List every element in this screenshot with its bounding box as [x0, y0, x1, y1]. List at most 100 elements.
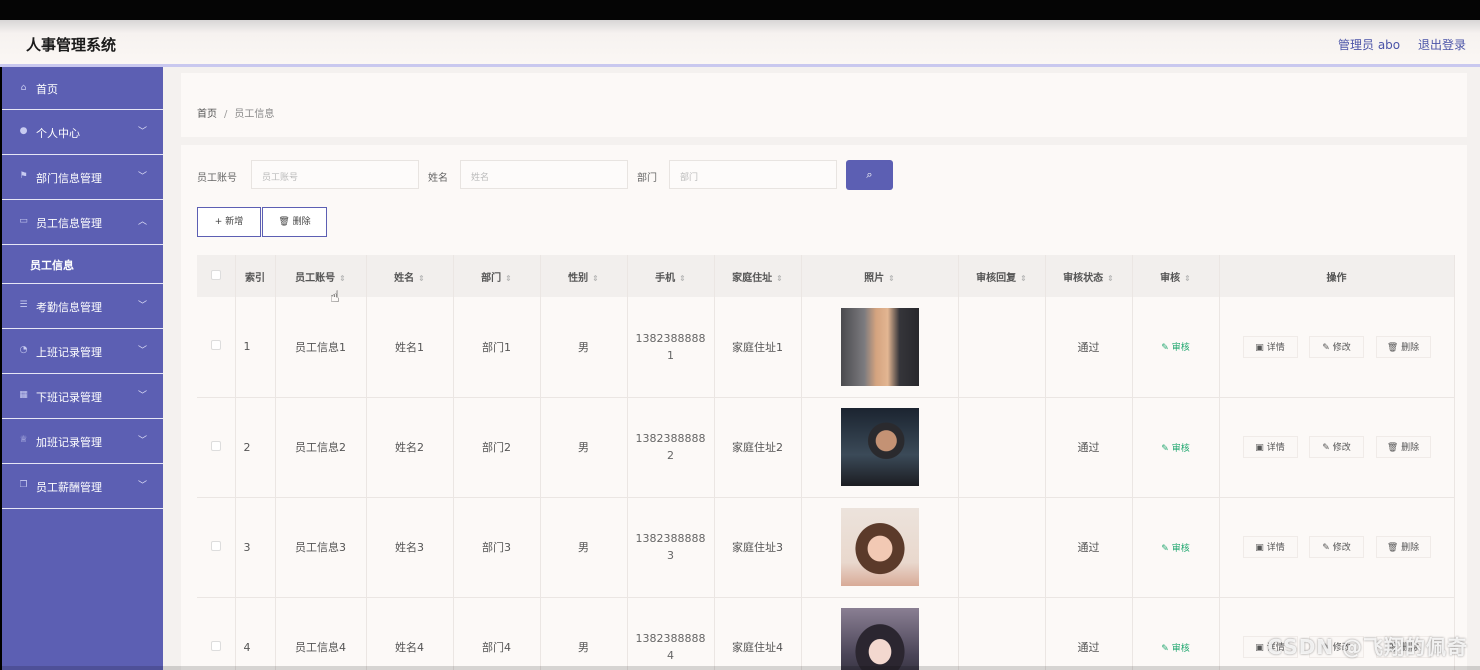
- audit-label: 审核: [1171, 643, 1190, 654]
- address-cell: 家庭住址3: [714, 497, 802, 597]
- logout-link[interactable]: 退出登录: [1418, 38, 1466, 52]
- search-button[interactable]: ⌕: [846, 160, 893, 190]
- header-account[interactable]: 员工账号 ⇕: [275, 255, 367, 297]
- edit-label: 修改: [1332, 543, 1351, 553]
- detail-button[interactable]: ▣ 详情: [1242, 335, 1298, 358]
- sidebar-subitem-label: 员工信息: [30, 259, 74, 272]
- sidebar: ⌂ 首页 ● 个人中心 ﹀ ⚑ 部门信息管理 ﹀ ▭ 员工信息管理 ︿ 员工信息…: [2, 67, 163, 670]
- address-cell: 家庭住址2: [714, 397, 802, 497]
- add-button[interactable]: + 新增: [197, 207, 261, 237]
- dept-cell: 部门2: [453, 397, 541, 497]
- select-all-checkbox-cell: [197, 255, 236, 297]
- detail-icon: ▣: [1255, 342, 1264, 353]
- audit-link[interactable]: ✎ 审核: [1161, 644, 1189, 654]
- gender-cell: 男: [540, 597, 628, 670]
- row-checkbox[interactable]: [210, 440, 221, 451]
- employee-photo[interactable]: [840, 508, 919, 586]
- bottom-edge: [0, 666, 1480, 670]
- breadcrumb-card: 首页 / 员工信息: [181, 73, 1467, 137]
- row-checkbox[interactable]: [210, 540, 221, 551]
- operations-cell: ▣ 详情 ✎ 修改 🗑 删除: [1219, 297, 1455, 397]
- row-checkbox[interactable]: [210, 340, 221, 351]
- name-search-input[interactable]: 姓名: [460, 160, 628, 189]
- sidebar-item-clock-in[interactable]: ◔ 上班记录管理 ﹀: [2, 329, 163, 374]
- header-gender[interactable]: 性别 ⇕: [540, 255, 628, 297]
- chevron-down-icon: ﹀: [137, 346, 147, 356]
- gender-cell: 男: [540, 397, 628, 497]
- dept-search-input[interactable]: 部门: [669, 160, 837, 189]
- employee-photo[interactable]: [840, 608, 919, 670]
- edit-button[interactable]: ✎ 修改: [1309, 335, 1364, 358]
- edit-button[interactable]: ✎ 修改: [1309, 536, 1364, 558]
- sidebar-item-department[interactable]: ⚑ 部门信息管理 ﹀: [2, 155, 163, 200]
- header-reply[interactable]: 审核回复 ⇕: [958, 255, 1046, 297]
- phone-cell: 1382388888 1: [627, 297, 715, 397]
- sidebar-item-employee[interactable]: ▭ 员工信息管理 ︿: [2, 200, 163, 245]
- phone-line-1: 1382388888: [635, 331, 706, 345]
- phone-line-2: 4: [667, 649, 674, 662]
- header-phone[interactable]: 手机 ⇕: [627, 255, 715, 297]
- reply-cell: [958, 597, 1046, 670]
- edit-icon: ✎: [1322, 443, 1330, 453]
- sidebar-item-home[interactable]: ⌂ 首页: [2, 67, 163, 110]
- audit-link[interactable]: ✎ 审核: [1161, 343, 1189, 353]
- detail-icon: ▣: [1255, 543, 1264, 553]
- search-icon: ⌕: [866, 168, 873, 181]
- account-search-input[interactable]: 员工账号: [251, 160, 419, 189]
- chevron-down-icon: ﹀: [137, 172, 147, 182]
- header-name[interactable]: 姓名 ⇕: [366, 255, 454, 297]
- header-label: 手机: [655, 272, 676, 284]
- phone-line-2: 3: [667, 549, 674, 562]
- sort-icon: ⇕: [505, 273, 512, 283]
- sidebar-item-attendance[interactable]: ☰ 考勤信息管理 ﹀: [2, 284, 163, 329]
- operations-cell: ▣ 详情 ✎ 修改 🗑 删除: [1219, 397, 1455, 497]
- account-cell: 员工信息4: [275, 597, 367, 670]
- row-checkbox[interactable]: [210, 640, 221, 651]
- detail-button[interactable]: ▣ 详情: [1242, 436, 1298, 458]
- header-user-area: 管理员 abo 退出登录: [1324, 36, 1466, 53]
- header-status[interactable]: 审核状态 ⇕: [1045, 255, 1133, 297]
- sidebar-subitem-employee-info[interactable]: 员工信息: [2, 245, 163, 284]
- delete-button[interactable]: 🗑 删除: [1375, 436, 1431, 458]
- operations-cell: ▣ 详情 ✎ 修改 🗑 删除: [1219, 497, 1455, 597]
- sidebar-item-label: 员工信息管理: [36, 217, 102, 230]
- delete-button[interactable]: 🗑 删除: [1375, 335, 1431, 358]
- phone-cell: 1382388888 3: [627, 497, 715, 597]
- employee-photo[interactable]: [840, 307, 919, 386]
- current-user: 管理员 abo: [1338, 38, 1401, 52]
- delete-label: 删除: [1401, 342, 1420, 353]
- sort-icon: ⇕: [888, 273, 895, 283]
- sidebar-item-overtime[interactable]: ♕ 加班记录管理 ﹀: [2, 419, 163, 464]
- name-cell: 姓名3: [366, 497, 454, 597]
- user-icon: ●: [19, 126, 28, 136]
- delete-button[interactable]: 🗑 删除: [1375, 536, 1431, 558]
- header-label: 家庭住址: [732, 272, 773, 284]
- header-address[interactable]: 家庭住址 ⇕: [714, 255, 802, 297]
- audit-link[interactable]: ✎ 审核: [1161, 544, 1189, 554]
- header-operations: 操作: [1219, 255, 1455, 297]
- edit-button[interactable]: ✎ 修改: [1309, 436, 1364, 458]
- trash-icon: 🗑: [1386, 443, 1399, 453]
- phone-line-1: 1382388888: [635, 432, 706, 445]
- trash-icon: 🗑: [1386, 543, 1399, 553]
- header-photo[interactable]: 照片 ⇕: [801, 255, 959, 297]
- breadcrumb-home[interactable]: 首页: [197, 109, 217, 120]
- select-all-checkbox[interactable]: [210, 269, 221, 280]
- list-icon: ☰: [19, 300, 28, 310]
- audit-link[interactable]: ✎ 审核: [1161, 444, 1189, 454]
- sidebar-item-label: 首页: [36, 83, 58, 96]
- header-audit[interactable]: 审核 ⇕: [1132, 255, 1220, 297]
- header-dept[interactable]: 部门 ⇕: [453, 255, 541, 297]
- sidebar-item-personal-center[interactable]: ● 个人中心 ﹀: [2, 110, 163, 155]
- sidebar-item-salary[interactable]: ❐ 员工薪酬管理 ﹀: [2, 464, 163, 509]
- chevron-down-icon: ﹀: [137, 127, 147, 137]
- detail-button[interactable]: ▣ 详情: [1242, 536, 1298, 558]
- employee-photo[interactable]: [840, 408, 919, 486]
- audit-cell: ✎ 审核: [1132, 497, 1220, 597]
- sort-icon: ⇕: [1107, 273, 1114, 283]
- bulk-delete-button[interactable]: 🗑 删除: [262, 207, 327, 237]
- account-cell: 员工信息2: [275, 397, 367, 497]
- sidebar-item-clock-out[interactable]: ▦ 下班记录管理 ﹀: [2, 374, 163, 419]
- row-checkbox-cell: [197, 597, 236, 670]
- address-cell: 家庭住址4: [714, 597, 802, 670]
